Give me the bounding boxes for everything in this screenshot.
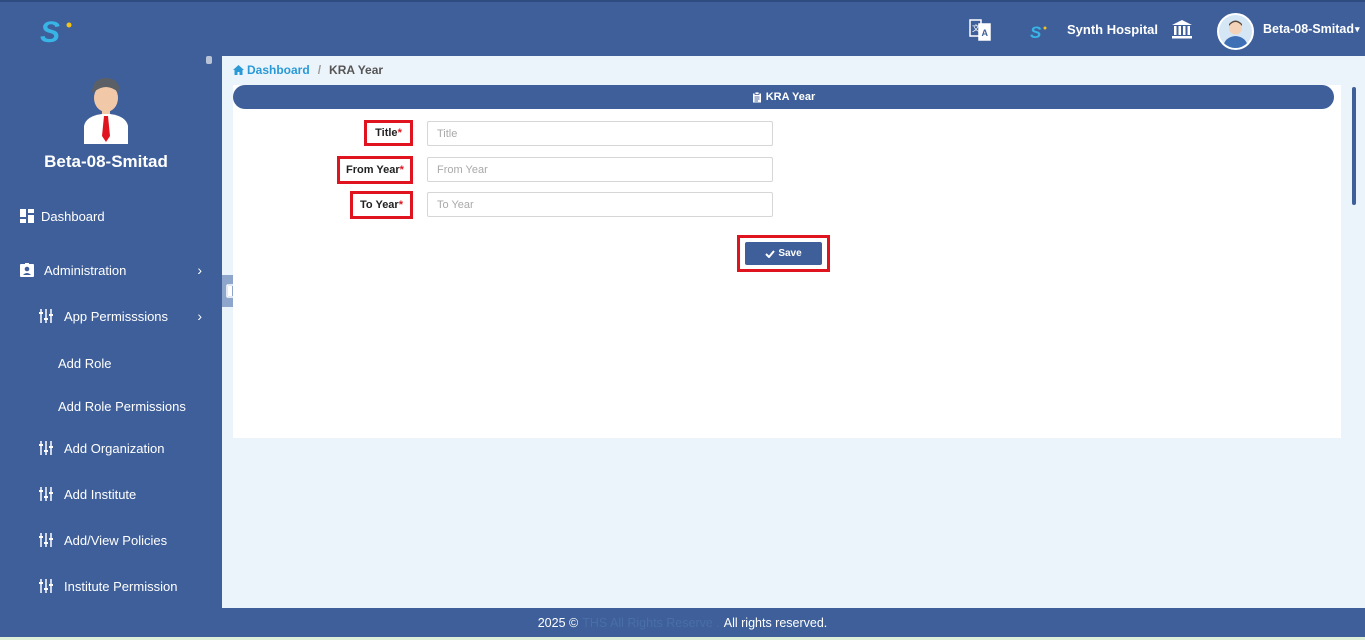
card-title: KRA Year (765, 91, 816, 103)
breadcrumb: Dashboard / KRA Year (233, 63, 383, 77)
sidebar-item-add-role[interactable]: Add Role (58, 356, 212, 371)
sliders-icon (39, 309, 53, 323)
top-navbar: S 文 A S Synth Hospital Beta-08-Smitad▾ (0, 0, 1365, 56)
required-mark: * (399, 164, 404, 176)
sliders-icon (39, 487, 53, 501)
sidebar-item-label: Administration (44, 262, 127, 278)
breadcrumb-home-label: Dashboard (247, 63, 310, 77)
sidebar-item-label: Add Institute (64, 486, 137, 502)
sidebar-item-label: App Permisssions (64, 308, 169, 324)
home-icon (233, 65, 244, 75)
translate-icon[interactable]: 文 A (968, 18, 992, 42)
save-button-highlight: Save (737, 235, 830, 272)
sidebar-item-label: Add Role (58, 356, 112, 371)
title-input[interactable] (427, 121, 773, 146)
clipboard-icon (752, 91, 761, 102)
footer-suffix: All rights reserved. (723, 615, 828, 630)
sidebar-item-administration[interactable]: Administration › (19, 262, 212, 278)
sidebar-item-add-view-policies[interactable]: Add/View Policies (38, 532, 212, 548)
main-scrollbar[interactable] (1352, 87, 1356, 205)
sidebar-user-name: Beta-08-Smitad (44, 152, 168, 171)
avatar[interactable] (1217, 13, 1254, 50)
id-card-icon (20, 263, 34, 277)
sidebar-item-label: Add Organization (64, 440, 165, 456)
card-header: KRA Year (233, 85, 1334, 109)
sidebar-item-add-role-permissions[interactable]: Add Role Permissions (58, 399, 212, 414)
sidebar-item-add-organization[interactable]: Add Organization (38, 440, 212, 456)
check-icon (765, 249, 776, 258)
sliders-icon (39, 579, 53, 593)
sidebar-item-institute-permission[interactable]: Institute Permission (38, 578, 212, 594)
title-label-text: Title (375, 127, 398, 139)
from-year-input[interactable] (427, 157, 773, 182)
svg-text:S: S (1030, 23, 1042, 40)
user-avatar-icon (84, 78, 128, 144)
chevron-right-icon: › (197, 262, 202, 278)
logo-icon[interactable]: S (38, 16, 78, 46)
svg-text:文: 文 (972, 23, 980, 33)
sliders-icon (39, 533, 53, 547)
hospital-name: Synth Hospital (1067, 22, 1159, 37)
sliders-icon (39, 441, 53, 455)
to-year-label-text: To Year (359, 199, 399, 211)
sidebar-scrollbar[interactable] (206, 56, 212, 64)
user-name: Beta-08-Smitad (1263, 22, 1354, 36)
sidebar-item-label: Add Role Permissions (58, 399, 186, 414)
required-mark: * (398, 199, 403, 211)
caret-down-icon: ▾ (1355, 24, 1360, 35)
breadcrumb-separator: / (317, 63, 322, 77)
brand-mini-icon: S (1030, 23, 1047, 40)
sidebar-item-label: Add/View Policies (64, 532, 168, 548)
required-mark: * (397, 127, 402, 139)
svg-text:A: A (982, 28, 989, 38)
to-year-input[interactable] (427, 192, 773, 217)
breadcrumb-home-link[interactable]: Dashboard (233, 63, 310, 77)
bank-icon[interactable] (1171, 18, 1193, 40)
svg-text:S: S (40, 16, 60, 46)
dashboard-icon (20, 209, 34, 223)
kra-year-card: KRA Year Title* From Year* To Year* Save (233, 85, 1341, 438)
sidebar-item-label: Dashboard (41, 208, 105, 224)
from-year-label: From Year * (337, 156, 413, 184)
footer-prefix: 2025 © (537, 615, 579, 630)
sidebar-item-add-institute[interactable]: Add Institute (38, 486, 212, 502)
save-button-label: Save (778, 248, 802, 259)
user-menu[interactable]: Beta-08-Smitad▾ (1263, 22, 1360, 36)
sidebar-item-label: Institute Permission (64, 578, 178, 594)
sidebar-item-dashboard[interactable]: Dashboard (19, 208, 222, 224)
sidebar-item-app-permissions[interactable]: App Permisssions › (38, 308, 212, 324)
footer: 2025 © THS All Rights Reserve . All righ… (0, 608, 1365, 637)
chevron-right-icon: › (197, 308, 202, 324)
from-year-label-text: From Year (346, 164, 400, 176)
to-year-label: To Year * (350, 191, 413, 219)
save-button[interactable]: Save (745, 242, 822, 265)
title-label: Title * (364, 120, 413, 146)
footer-brand: THS All Rights Reserve . (582, 615, 720, 630)
breadcrumb-current: KRA Year (329, 63, 384, 77)
sidebar: Beta-08-Smitad Dashboard Administration … (0, 56, 222, 608)
